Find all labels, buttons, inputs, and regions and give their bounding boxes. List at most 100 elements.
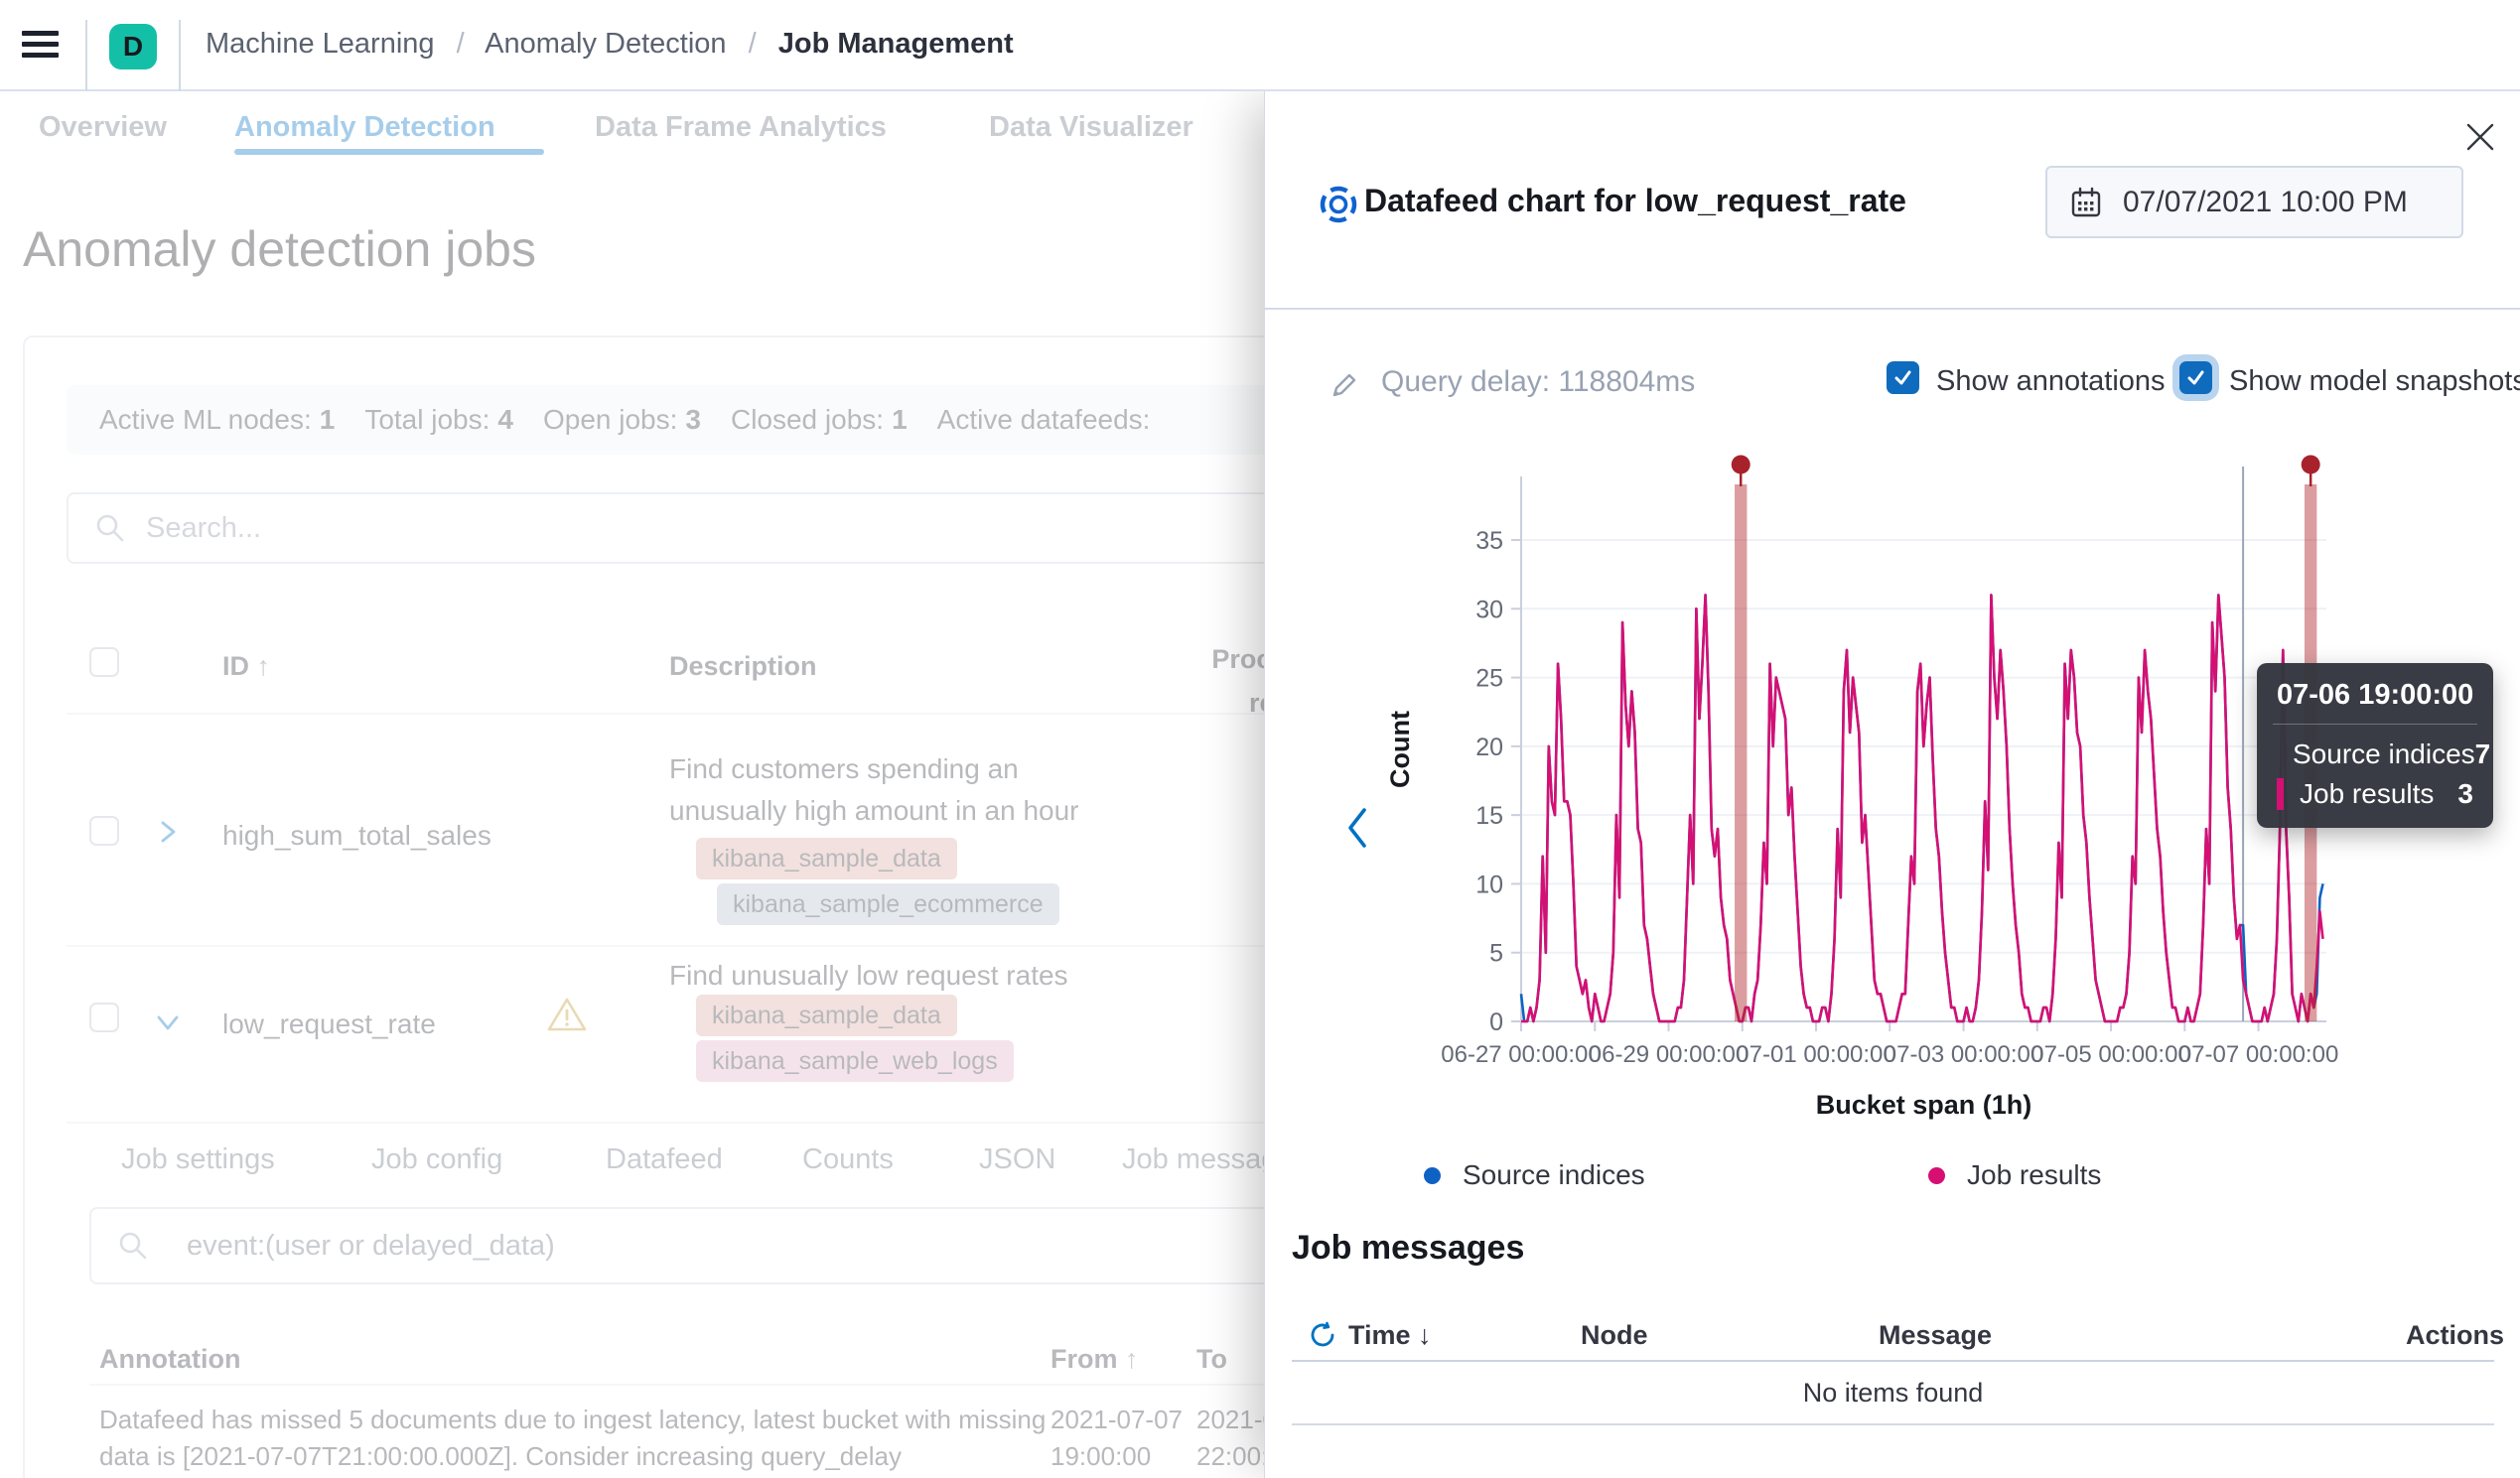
show-annotations-label: Show annotations bbox=[1936, 365, 2166, 398]
svg-text:30: 30 bbox=[1475, 596, 1503, 623]
svg-text:35: 35 bbox=[1475, 527, 1503, 555]
sort-desc-icon: ↓ bbox=[1418, 1320, 1432, 1350]
detail-tab-job-settings[interactable]: Job settings bbox=[121, 1143, 275, 1176]
svg-text:07-03 00:00:00: 07-03 00:00:00 bbox=[1884, 1041, 2043, 1068]
svg-text:25: 25 bbox=[1475, 665, 1503, 693]
breadcrumb-job-management: Job Management bbox=[778, 28, 1014, 60]
legend-item-job-results[interactable]: Job results bbox=[1928, 1159, 2101, 1191]
stat-label: Open jobs: bbox=[543, 404, 677, 436]
tab-data-visualizer[interactable]: Data Visualizer bbox=[989, 111, 1193, 144]
column-header-from[interactable]: From ↑ bbox=[1050, 1344, 1139, 1375]
datafeed-icon bbox=[1317, 183, 1360, 226]
stat-label: Total jobs: bbox=[364, 404, 490, 436]
svg-text:0: 0 bbox=[1489, 1008, 1503, 1036]
page-title: Anomaly detection jobs bbox=[23, 220, 536, 278]
active-tab-underline bbox=[234, 149, 544, 155]
flyout-title: Datafeed chart for low_request_rate bbox=[1364, 183, 1906, 219]
job-description: Find customers spending an unusually hig… bbox=[669, 748, 1079, 832]
edit-pencil-icon[interactable] bbox=[1329, 369, 1360, 401]
annotation-text: Datafeed has missed 5 documents due to i… bbox=[99, 1402, 1046, 1475]
job-messages-heading: Job messages bbox=[1292, 1229, 1524, 1268]
stat-value: 4 bbox=[497, 404, 513, 436]
chart-tooltip: 07-06 19:00:00 Source indices 7 Job resu… bbox=[2257, 663, 2493, 828]
tab-data-frame-analytics[interactable]: Data Frame Analytics bbox=[595, 111, 887, 144]
menu-icon[interactable] bbox=[22, 31, 59, 58]
flyout-divider bbox=[1265, 308, 2520, 310]
column-header-time[interactable]: Time ↓ bbox=[1348, 1320, 1432, 1351]
tab-anomaly-detection[interactable]: Anomaly Detection bbox=[234, 111, 495, 144]
tab-overview[interactable]: Overview bbox=[39, 111, 167, 144]
svg-text:07-05 00:00:00: 07-05 00:00:00 bbox=[2030, 1041, 2190, 1068]
column-header-node: Node bbox=[1581, 1320, 1648, 1351]
chevron-right-icon[interactable] bbox=[152, 816, 184, 848]
show-model-snapshots-label: Show model snapshots bbox=[2229, 365, 2520, 398]
annotations-search-value: event:(user or delayed_data) bbox=[187, 1230, 555, 1263]
sort-asc-icon: ↑ bbox=[1125, 1344, 1139, 1374]
show-annotations-checkbox[interactable] bbox=[1887, 361, 1919, 394]
svg-text:Count: Count bbox=[1385, 711, 1415, 788]
svg-text:5: 5 bbox=[1489, 940, 1503, 968]
stat-label: Active ML nodes: bbox=[99, 404, 312, 436]
chevron-down-icon[interactable] bbox=[152, 1007, 184, 1038]
column-header-actions: Actions bbox=[2406, 1320, 2504, 1351]
breadcrumb-machine-learning[interactable]: Machine Learning bbox=[206, 28, 435, 60]
stat-value: 1 bbox=[320, 404, 336, 436]
svg-text:07-01 00:00:00: 07-01 00:00:00 bbox=[1736, 1041, 1895, 1068]
column-header-annotation: Annotation bbox=[99, 1344, 240, 1375]
column-header-id[interactable]: ID ↑ bbox=[222, 651, 270, 682]
svg-text:15: 15 bbox=[1475, 802, 1503, 830]
series-swatch bbox=[2277, 778, 2284, 810]
stat-label: Closed jobs: bbox=[731, 404, 884, 436]
annotation-from: 2021-07-07 19:00:00 bbox=[1050, 1402, 1183, 1475]
detail-tab-job-config[interactable]: Job config bbox=[371, 1143, 502, 1176]
sort-asc-icon: ↑ bbox=[257, 651, 271, 681]
select-all-checkbox[interactable] bbox=[89, 647, 119, 677]
column-header-description[interactable]: Description bbox=[669, 651, 817, 682]
svg-text:06-27 00:00:00: 06-27 00:00:00 bbox=[1441, 1041, 1601, 1068]
header-divider bbox=[179, 20, 181, 91]
index-badge: kibana_sample_data bbox=[696, 995, 957, 1036]
table-divider bbox=[1292, 1423, 2494, 1425]
index-badge: kibana_sample_data bbox=[696, 838, 957, 879]
svg-text:06-29 00:00:00: 06-29 00:00:00 bbox=[1589, 1041, 1749, 1068]
app-window: Overview Anomaly Detection Data Frame An… bbox=[0, 0, 2520, 1478]
calendar-icon bbox=[2069, 186, 2103, 219]
legend-dot bbox=[1928, 1167, 1945, 1184]
detail-tab-counts[interactable]: Counts bbox=[802, 1143, 894, 1176]
row-checkbox[interactable] bbox=[89, 1003, 119, 1032]
header-divider bbox=[85, 20, 87, 91]
svg-text:10: 10 bbox=[1475, 871, 1503, 898]
tooltip-timestamp: 07-06 19:00:00 bbox=[2277, 679, 2473, 712]
stat-value: 3 bbox=[685, 404, 701, 436]
refresh-icon[interactable] bbox=[1308, 1320, 1337, 1350]
show-model-snapshots-checkbox[interactable] bbox=[2179, 361, 2212, 394]
space-avatar[interactable]: D bbox=[109, 24, 157, 69]
svg-text:07-07 00:00:00: 07-07 00:00:00 bbox=[2178, 1041, 2338, 1068]
job-id[interactable]: high_sum_total_sales bbox=[222, 820, 491, 852]
kibana-header: D Machine Learning / Anomaly Detection /… bbox=[0, 0, 2520, 91]
close-icon[interactable] bbox=[2462, 119, 2498, 155]
breadcrumb-separator: / bbox=[457, 28, 465, 60]
search-icon bbox=[117, 1230, 149, 1262]
job-id[interactable]: low_request_rate bbox=[222, 1008, 436, 1040]
breadcrumb: Machine Learning / Anomaly Detection / J… bbox=[206, 28, 1014, 61]
column-header-to[interactable]: To bbox=[1196, 1344, 1227, 1375]
svg-text:Bucket span (1h): Bucket span (1h) bbox=[1816, 1090, 2032, 1120]
detail-tab-json[interactable]: JSON bbox=[979, 1143, 1055, 1176]
legend-item-source-indices[interactable]: Source indices bbox=[1424, 1159, 1645, 1191]
index-badge: kibana_sample_ecommerce bbox=[717, 883, 1059, 925]
detail-tab-datafeed[interactable]: Datafeed bbox=[606, 1143, 723, 1176]
jobs-search-placeholder: Search... bbox=[146, 512, 261, 545]
query-delay-text: Query delay: 118804ms bbox=[1381, 365, 1695, 399]
row-checkbox[interactable] bbox=[89, 816, 119, 846]
breadcrumb-separator: / bbox=[749, 28, 757, 60]
job-description: Find unusually low request rates bbox=[669, 955, 1068, 997]
date-picker[interactable]: 07/07/2021 10:00 PM bbox=[2045, 166, 2463, 238]
breadcrumb-anomaly-detection[interactable]: Anomaly Detection bbox=[485, 28, 726, 60]
tooltip-row: Job results 3 bbox=[2277, 774, 2473, 814]
table-divider bbox=[1292, 1360, 2494, 1362]
tooltip-row: Source indices 7 bbox=[2277, 735, 2473, 774]
datafeed-chart-flyout: Datafeed chart for low_request_rate 07/0… bbox=[1264, 91, 2520, 1478]
svg-text:20: 20 bbox=[1475, 734, 1503, 761]
index-badge: kibana_sample_web_logs bbox=[696, 1040, 1014, 1082]
